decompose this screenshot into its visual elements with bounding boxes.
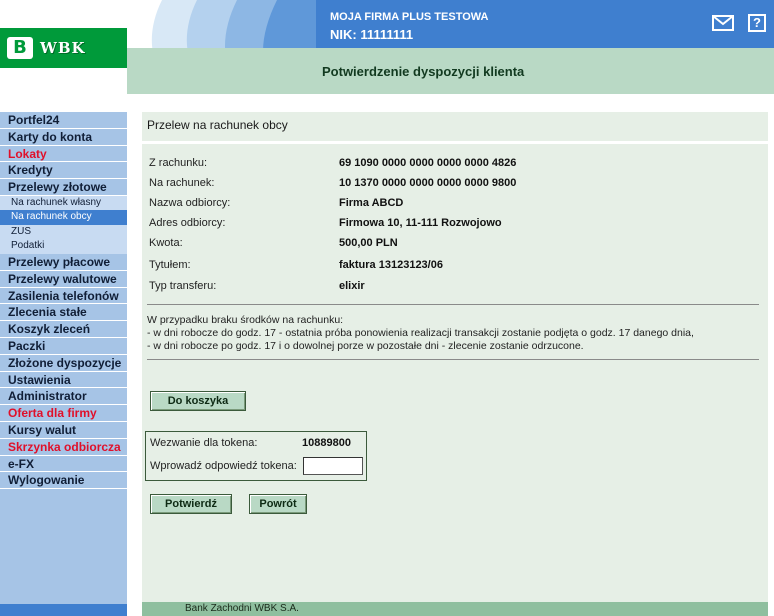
field-value: faktura 13123123/06 [339, 259, 443, 271]
sidebar-item-skrzynka-odbiorcza[interactable]: Skrzynka odbiorcza [0, 438, 127, 456]
footer-text: Bank Zachodni WBK S.A. [185, 603, 299, 614]
field-label: Nazwa odbiorcy: [149, 197, 231, 209]
token-challenge-label: Wezwanie dla tokena: [150, 437, 258, 449]
sidebar-item-e-fx[interactable]: e-FX [0, 455, 127, 473]
sidebar-item-przelewy-placowe[interactable]: Przelewy płacowe [0, 253, 127, 271]
sidebar-subitem-na-rachunek-wlasny[interactable]: Na rachunek własny [0, 195, 127, 211]
notice-line: - w dni robocze po godz. 17 i o dowolnej… [147, 340, 584, 352]
mail-icon[interactable] [712, 15, 734, 31]
company-name: MOJA FIRMA PLUS TESTOWA [330, 11, 489, 23]
divider [147, 304, 759, 305]
field-label: Tytułem: [149, 259, 191, 271]
sidebar-item-koszyk-zlecen[interactable]: Koszyk zleceń [0, 321, 127, 338]
token-answer-input[interactable] [303, 457, 363, 475]
sidebar-item-paczki[interactable]: Paczki [0, 337, 127, 355]
help-icon[interactable]: ? [748, 14, 766, 32]
sidebar-item-oferta-dla-firmy[interactable]: Oferta dla firmy [0, 405, 127, 422]
token-challenge-value: 10889800 [302, 437, 351, 449]
divider [147, 359, 759, 360]
field-label: Na rachunek: [149, 177, 215, 189]
header-topbar: MOJA FIRMA PLUS TESTOWA NIK: 11111111 ? [316, 0, 774, 48]
confirm-button[interactable]: Potwierdź [150, 494, 232, 514]
token-answer-label: Wprowadź odpowiedź tokena: [150, 460, 297, 472]
sidebar-subitem-na-rachunek-obcy[interactable]: Na rachunek obcy [0, 210, 127, 225]
logo-text: WBK [40, 39, 86, 57]
logo-mark: B [7, 37, 33, 59]
sidebar-item-przelewy-walutowe[interactable]: Przelewy walutowe [0, 270, 127, 288]
header-subbar: Potwierdzenie dyspozycji klienta [127, 48, 774, 94]
field-label: Adres odbiorcy: [149, 217, 226, 229]
sidebar-item-zasilenia-telefonow[interactable]: Zasilenia telefonów [0, 287, 127, 305]
notice-line: - w dni robocze do godz. 17 - ostatnia p… [147, 327, 694, 339]
sidebar-subitem-zus[interactable]: ZUS [0, 224, 127, 240]
sidebar-bottom-bar [0, 604, 127, 616]
field-value: Firmowa 10, 11-111 Rozwojowo [339, 217, 502, 229]
sidebar-item-kursy-walut[interactable]: Kursy walut [0, 421, 127, 439]
token-panel: Wezwanie dla tokena: 10889800 Wprowadź o… [145, 431, 367, 481]
page-footer: Bank Zachodni WBK S.A. [142, 602, 768, 616]
sidebar-item-ustawienia[interactable]: Ustawienia [0, 371, 127, 389]
insufficient-funds-notice: W przypadku braku środków na rachunku: -… [147, 314, 759, 353]
field-label: Typ transferu: [149, 280, 217, 292]
add-to-basket-button[interactable]: Do koszyka [150, 391, 246, 411]
right-margin [768, 112, 774, 616]
sidebar-subitem-podatki[interactable]: Podatki [0, 239, 127, 254]
sidebar-menu: Portfel24 Karty do konta Lokaty Kredyty Prze… [0, 112, 127, 490]
page-title: Potwierdzenie dyspozycji klienta [322, 64, 525, 79]
back-button[interactable]: Powrót [249, 494, 307, 514]
field-value: 500,00 PLN [339, 237, 398, 249]
section-title: Przelew na rachunek obcy [147, 118, 288, 132]
sidebar-item-portfel24[interactable]: Portfel24 [0, 112, 127, 129]
sidebar-item-karty-do-konta[interactable]: Karty do konta [0, 128, 127, 146]
main-content: Przelew na rachunek obcy Z rachunku: 69 1… [142, 112, 768, 602]
notice-line: W przypadku braku środków na rachunku: [147, 314, 344, 326]
title-divider [142, 141, 768, 144]
field-value: elixir [339, 280, 365, 292]
field-value: Firma ABCD [339, 197, 404, 209]
field-label: Z rachunku: [149, 157, 208, 169]
sidebar-nav: Portfel24 Karty do konta Lokaty Kredyty Prze… [0, 112, 127, 616]
sidebar-item-zlozone-dyspozycje[interactable]: Złożone dyspozycje [0, 354, 127, 372]
page-header: B WBK MOJA FIRMA PLUS TESTOWA NIK: 11111… [0, 0, 774, 108]
sidebar-item-zlecenia-stale[interactable]: Zlecenia stałe [0, 304, 127, 322]
field-value: 10 1370 0000 0000 0000 0000 9800 [339, 177, 517, 189]
sidebar-item-lokaty[interactable]: Lokaty [0, 145, 127, 163]
bank-logo[interactable]: B WBK [0, 28, 127, 68]
sidebar-item-administrator[interactable]: Administrator [0, 388, 127, 406]
nik-number: NIK: 11111111 [330, 27, 414, 42]
sidebar-item-kredyty[interactable]: Kredyty [0, 162, 127, 180]
field-label: Kwota: [149, 237, 183, 249]
field-value: 69 1090 0000 0000 0000 0000 4826 [339, 157, 517, 169]
sidebar-item-wylogowanie[interactable]: Wylogowanie [0, 472, 127, 490]
sidebar-item-przelewy-zlotowe[interactable]: Przelewy złotowe [0, 179, 127, 196]
